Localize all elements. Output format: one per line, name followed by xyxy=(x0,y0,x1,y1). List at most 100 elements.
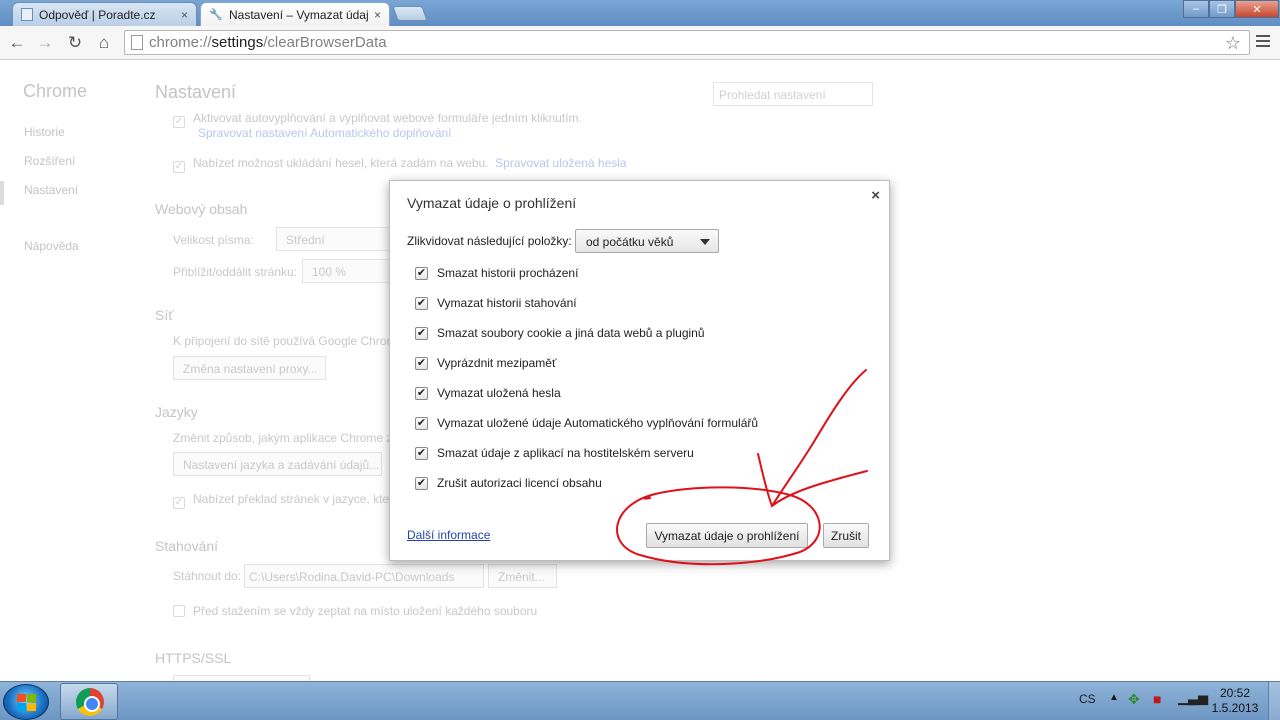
taskbar-chrome-button[interactable] xyxy=(60,683,118,720)
minimize-button[interactable]: – xyxy=(1183,0,1209,18)
option-hosted-app-data[interactable]: ✔ Smazat údaje z aplikací na hostitelském… xyxy=(415,446,694,460)
wifi-signal-icon[interactable]: ▁▃▅ xyxy=(1178,690,1208,706)
download-to-label: Stáhnout do: xyxy=(173,569,242,583)
language-indicator[interactable]: CS xyxy=(1079,692,1096,706)
zoom-select[interactable]: 100 % xyxy=(302,259,396,283)
bookmark-star-icon[interactable]: ☆ xyxy=(1225,33,1241,54)
chrome-icon xyxy=(76,688,104,716)
ask-location-label: Před stažením se vždy zeptat na místo ul… xyxy=(193,604,538,618)
forward-icon[interactable]: → xyxy=(34,32,56,54)
more-info-link[interactable]: Další informace xyxy=(407,528,490,542)
url-host: settings xyxy=(211,34,264,51)
close-window-button[interactable]: ✕ xyxy=(1235,0,1279,18)
close-tab-icon[interactable]: × xyxy=(374,8,381,22)
security-icon[interactable]: ■ xyxy=(1153,691,1161,707)
settings-search-input[interactable]: Prohledat nastavení xyxy=(713,82,873,106)
option-autofill[interactable]: ✔ Vymazat uložené údaje Automatického vyp… xyxy=(415,416,758,430)
option-content-licenses[interactable]: ✔ Zrušit autorizaci licencí obsahu xyxy=(415,476,602,490)
url-scheme: chrome:// xyxy=(149,34,212,51)
menu-icon[interactable] xyxy=(1256,35,1270,49)
clear-browsing-data-button[interactable]: Vymazat údaje o prohlížení xyxy=(646,523,808,548)
option-label: Vyprázdnit mezipaměť xyxy=(437,356,557,370)
option-label: Vymazat uložené údaje Automatického vypl… xyxy=(437,416,759,430)
autofill-link[interactable]: Spravovat nastavení Automatického doplňo… xyxy=(198,126,452,140)
sidebar-item-settings[interactable]: Nastavení xyxy=(24,183,78,197)
option-cookies[interactable]: ✔ Smazat soubory cookie a jiná data webů … xyxy=(415,326,705,340)
sidebar-item-extensions[interactable]: Rozšíření xyxy=(24,154,75,168)
wrench-icon: 🔧 xyxy=(209,9,223,21)
checkbox[interactable]: ✓ xyxy=(173,497,185,509)
checkbox[interactable]: ✓ xyxy=(173,116,185,128)
network-app-icon[interactable]: ✥ xyxy=(1128,691,1140,708)
checkbox[interactable]: ✔ xyxy=(415,416,428,430)
time-period-select[interactable]: od počátku věků xyxy=(575,229,719,253)
change-folder-button[interactable]: Změnit... xyxy=(488,564,557,588)
address-bar[interactable]: chrome://settings/clearBrowserData ☆ xyxy=(124,30,1250,55)
back-icon[interactable]: ← xyxy=(6,32,28,54)
window-controls: – ❐ ✕ xyxy=(1183,0,1279,18)
checkbox[interactable]: ✔ xyxy=(415,326,428,340)
sidebar-item-history[interactable]: Historie xyxy=(24,125,65,139)
checkbox[interactable]: ✓ xyxy=(173,161,185,173)
reload-icon[interactable]: ↻ xyxy=(64,32,86,54)
windows-logo-icon xyxy=(17,694,37,712)
languages-text: Změnit způsob, jakým aplikace Chrome z xyxy=(173,431,393,445)
passwords-link[interactable]: Spravovat uložená hesla xyxy=(495,156,626,170)
checkbox[interactable]: ✔ xyxy=(415,446,428,460)
show-hidden-icons[interactable]: ▲ xyxy=(1109,692,1119,703)
checkbox[interactable]: ✔ xyxy=(415,386,428,400)
download-path-field[interactable]: C:\Users\Rodina.David-PC\Downloads xyxy=(244,564,484,588)
checkbox[interactable] xyxy=(173,605,185,617)
option-label: Smazat soubory cookie a jiná data webů a… xyxy=(437,326,705,340)
tab-poradte[interactable]: Odpověď | Poradte.cz × xyxy=(12,2,197,26)
ask-location-setting: Před stažením se vždy zeptat na místo ul… xyxy=(173,604,537,618)
checkbox[interactable]: ✔ xyxy=(415,476,428,490)
option-cache[interactable]: ✔ Vyprázdnit mezipaměť xyxy=(415,356,556,370)
clock[interactable]: 20:52 1.5.2013 xyxy=(1205,686,1265,716)
tab-title: Nastavení – Vymazat údaj xyxy=(229,7,369,22)
language-settings-button[interactable]: Nastavení jazyka a zadávání údajů... xyxy=(173,452,382,476)
close-icon[interactable]: × xyxy=(871,187,880,204)
translate-label: Nabízet překlad stránek v jazyce, kterc xyxy=(193,492,400,506)
browser-toolbar: ← → ↻ ⌂ chrome://settings/clearBrowserDa… xyxy=(0,26,1280,60)
option-passwords[interactable]: ✔ Vymazat uložená hesla xyxy=(415,386,561,400)
proxy-button[interactable]: Změna nastavení proxy... xyxy=(173,356,326,380)
network-heading: Síť xyxy=(155,307,174,323)
checkbox[interactable]: ✔ xyxy=(415,356,428,370)
home-icon[interactable]: ⌂ xyxy=(93,32,115,54)
option-label: Smazat údaje z aplikací na hostitelském … xyxy=(437,446,694,460)
taskbar: CS ▲ ✥ ■ ▁▃▅ 20:52 1.5.2013 xyxy=(0,681,1280,720)
tab-settings[interactable]: 🔧 Nastavení – Vymazat údaj × xyxy=(200,2,390,26)
clock-time: 20:52 xyxy=(1219,686,1251,700)
title-bar: Odpověď | Poradte.cz × 🔧 Nastavení – Vym… xyxy=(0,0,1280,26)
page-icon xyxy=(21,8,33,21)
checkbox[interactable]: ✔ xyxy=(415,296,428,310)
zoom-label: Přiblížit/oddálit stránku: xyxy=(173,265,298,279)
downloads-heading: Stahování xyxy=(155,538,219,554)
checkbox[interactable]: ✔ xyxy=(415,266,428,280)
maximize-button[interactable]: ❐ xyxy=(1209,0,1235,18)
tab-title: Odpověď | Poradte.cz xyxy=(39,7,156,22)
option-label: Smazat historii procházení xyxy=(437,266,579,280)
option-browsing-history[interactable]: ✔ Smazat historii procházení xyxy=(415,266,578,280)
obliterate-label: Zlikvidovat následující položky: xyxy=(407,234,572,248)
page-icon xyxy=(131,35,143,50)
new-tab-button[interactable] xyxy=(392,6,428,21)
languages-heading: Jazyky xyxy=(155,404,198,420)
chevron-down-icon xyxy=(700,239,710,245)
url-path: /clearBrowserData xyxy=(263,34,387,51)
https-heading: HTTPS/SSL xyxy=(155,650,232,666)
option-label: Vymazat historii stahování xyxy=(437,296,577,310)
sidebar-item-help[interactable]: Nápověda xyxy=(24,239,79,253)
autofill-label: Aktivovat autovyplňování a vyplňovat web… xyxy=(193,111,582,125)
font-size-select[interactable]: Střední xyxy=(276,227,396,251)
start-button[interactable] xyxy=(3,684,49,720)
cancel-button[interactable]: Zrušit xyxy=(823,523,869,548)
show-desktop-button[interactable] xyxy=(1268,682,1280,720)
sidebar-active-marker xyxy=(0,181,4,205)
close-tab-icon[interactable]: × xyxy=(181,8,188,22)
option-label: Vymazat uložená hesla xyxy=(437,386,561,400)
option-label: Zrušit autorizaci licencí obsahu xyxy=(437,476,602,490)
sidebar-title: Chrome xyxy=(23,81,88,101)
option-download-history[interactable]: ✔ Vymazat historii stahování xyxy=(415,296,577,310)
